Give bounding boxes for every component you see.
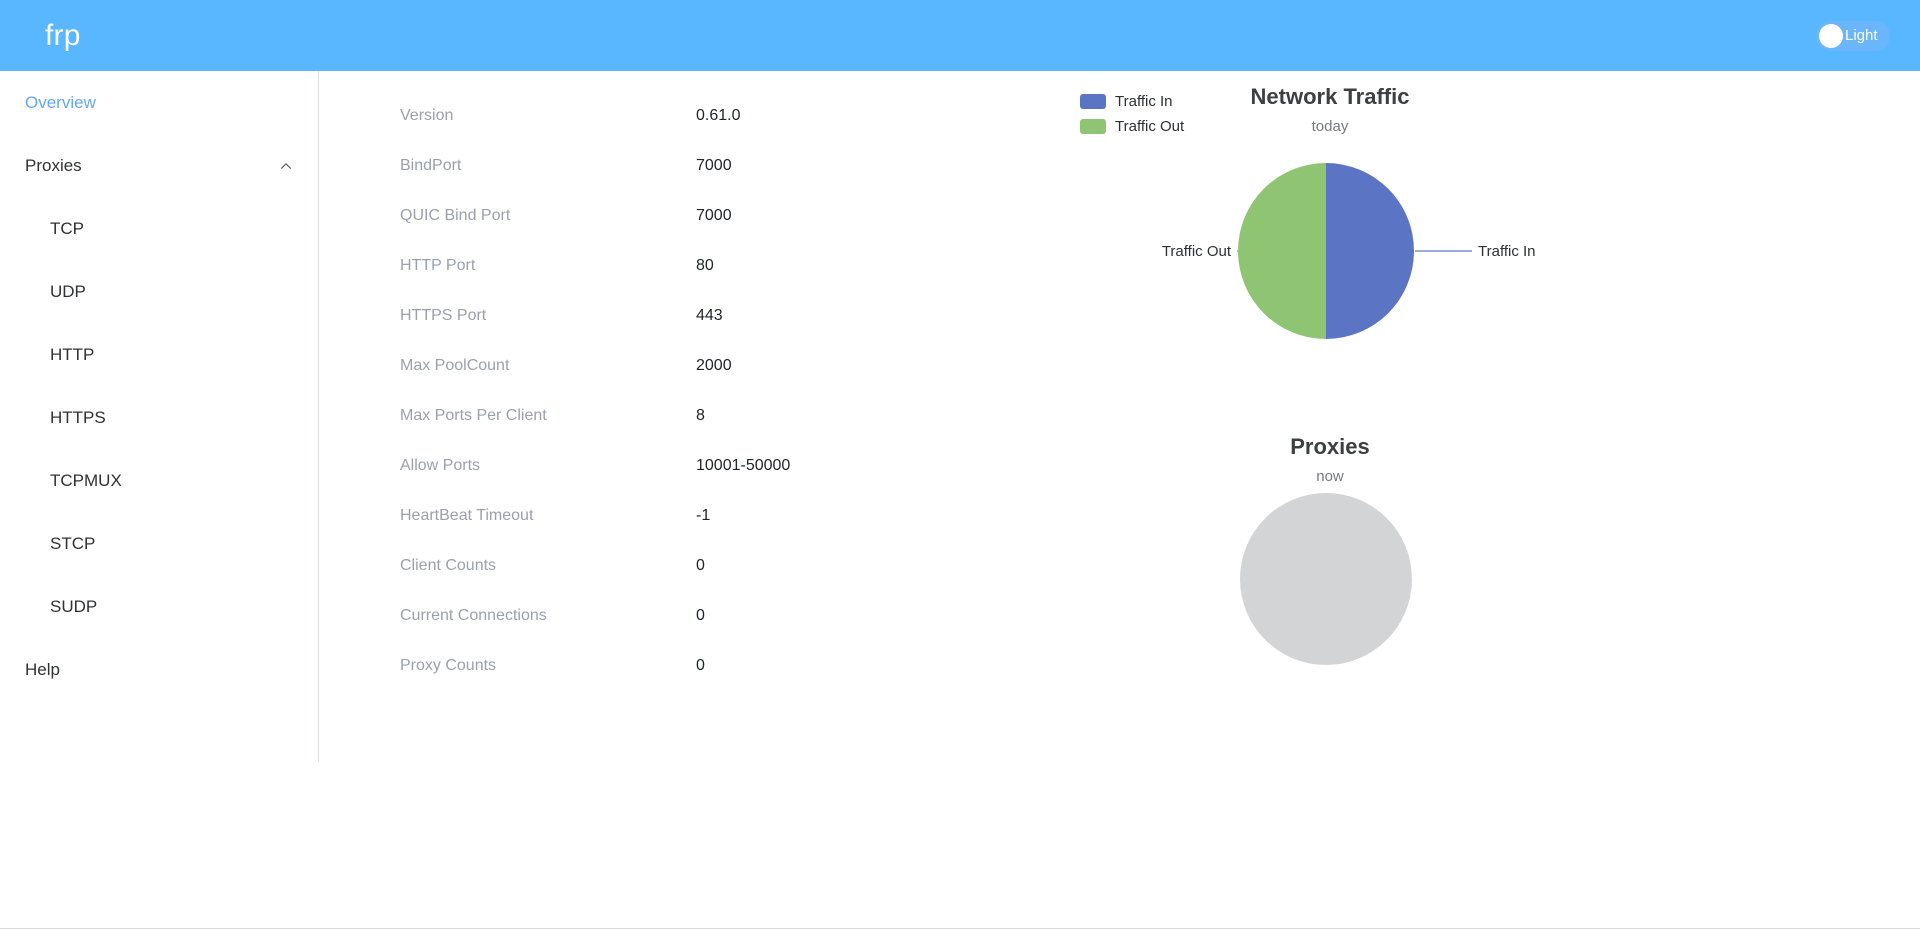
info-label: Client Counts xyxy=(400,557,497,574)
info-label: Max PoolCount xyxy=(400,357,510,374)
sidebar-item-label: HTTP xyxy=(50,344,95,364)
chart-title: Proxies xyxy=(1290,434,1370,459)
sidebar-item-http[interactable]: HTTP xyxy=(0,323,318,386)
main-content: Version 0.61.0 BindPort 7000 QUIC Bind P… xyxy=(320,71,1920,929)
pie-slice-empty[interactable] xyxy=(1240,493,1412,665)
info-value: 0 xyxy=(696,607,705,624)
info-label: Version xyxy=(400,107,454,124)
sidebar-item-label: TCPMUX xyxy=(50,470,122,490)
info-row: Max Ports Per Client 8 xyxy=(400,391,960,441)
app-logo: frp xyxy=(45,19,81,52)
legend-swatch-icon xyxy=(1080,94,1106,109)
legend-item-traffic-out[interactable]: Traffic Out xyxy=(1080,114,1184,139)
chevron-up-icon xyxy=(281,162,291,169)
info-value: -1 xyxy=(696,507,711,524)
info-row: Max PoolCount 2000 xyxy=(400,341,960,391)
sidebar-item-udp[interactable]: UDP xyxy=(0,260,318,323)
sidebar-group-label: Proxies xyxy=(25,155,82,175)
info-value: 8 xyxy=(696,407,705,424)
sidebar-item-label: TCP xyxy=(50,218,84,238)
sidebar-item-label: STCP xyxy=(50,533,96,553)
info-row: HTTPS Port 443 xyxy=(400,291,960,341)
sidebar-item-tcp[interactable]: TCP xyxy=(0,197,318,260)
info-value: 80 xyxy=(696,257,714,274)
info-value: 0 xyxy=(696,657,705,674)
info-value: 10001-50000 xyxy=(696,457,791,474)
pie-chart-area: Traffic Out Traffic In xyxy=(1060,137,1600,367)
info-row: Current Connections 0 xyxy=(400,591,960,641)
sidebar-item-stcp[interactable]: STCP xyxy=(0,512,318,575)
legend-label: Traffic In xyxy=(1115,93,1173,110)
info-label: Max Ports Per Client xyxy=(400,407,547,424)
proxies-chart[interactable]: Proxies now xyxy=(1060,433,1600,687)
legend-label: Traffic Out xyxy=(1115,118,1185,135)
info-label: Current Connections xyxy=(400,607,547,624)
sidebar-item-overview[interactable]: Overview xyxy=(0,71,318,134)
info-value: 2000 xyxy=(696,357,732,374)
page-layout: Overview Proxies TCP UDP HTTP HTTPS TCPM… xyxy=(0,71,1920,929)
info-label: BindPort xyxy=(400,157,462,174)
sidebar-item-help[interactable]: Help xyxy=(0,638,318,701)
pie-slice-traffic-in[interactable] xyxy=(1326,163,1414,339)
charts-column: Traffic In Traffic Out Network Traffic t… xyxy=(1060,71,1600,871)
info-row: HeartBeat Timeout -1 xyxy=(400,491,960,541)
info-label: HTTPS Port xyxy=(400,307,487,324)
sidebar-item-label: Overview xyxy=(25,92,96,112)
chart-legend: Traffic In Traffic Out xyxy=(1080,89,1184,139)
theme-toggle-label: Light xyxy=(1845,27,1878,44)
app-header: frp Light xyxy=(0,0,1920,71)
info-label: QUIC Bind Port xyxy=(400,207,511,224)
info-row: QUIC Bind Port 7000 xyxy=(400,191,960,241)
info-value: 7000 xyxy=(696,157,732,174)
toggle-knob-icon xyxy=(1819,24,1843,48)
info-row: Version 0.61.0 xyxy=(400,91,960,141)
sidebar-item-label: Help xyxy=(25,659,60,679)
info-value: 7000 xyxy=(696,207,732,224)
info-value: 0.61.0 xyxy=(696,107,741,124)
page-bottom-divider xyxy=(0,928,1920,929)
info-label: HeartBeat Timeout xyxy=(400,507,534,524)
sidebar-nav: Overview Proxies TCP UDP HTTP HTTPS TCPM… xyxy=(0,71,319,762)
theme-toggle-switch[interactable]: Light xyxy=(1816,21,1890,51)
info-label: HTTP Port xyxy=(400,257,476,274)
legend-item-traffic-in[interactable]: Traffic In xyxy=(1080,89,1184,114)
pie-label-traffic-out: Traffic Out xyxy=(1162,243,1232,260)
server-info-list: Version 0.61.0 BindPort 7000 QUIC Bind P… xyxy=(400,91,960,691)
proxies-pie-svg xyxy=(1240,493,1412,665)
sidebar-group-proxies[interactable]: Proxies xyxy=(0,134,318,197)
pie-label-traffic-in: Traffic In xyxy=(1478,243,1536,260)
sidebar-item-label: SUDP xyxy=(50,596,98,616)
sidebar-item-https[interactable]: HTTPS xyxy=(0,386,318,449)
info-value: 0 xyxy=(696,557,705,574)
legend-swatch-icon xyxy=(1080,119,1106,134)
info-value: 443 xyxy=(696,307,723,324)
info-row: Proxy Counts 0 xyxy=(400,641,960,691)
info-label: Allow Ports xyxy=(400,457,481,474)
info-row: Client Counts 0 xyxy=(400,541,960,591)
info-label: Proxy Counts xyxy=(400,657,497,674)
sidebar-item-label: UDP xyxy=(50,281,86,301)
chart-subtitle: now xyxy=(1316,468,1344,485)
info-row: HTTP Port 80 xyxy=(400,241,960,291)
sidebar-item-tcpmux[interactable]: TCPMUX xyxy=(0,449,318,512)
info-row: BindPort 7000 xyxy=(400,141,960,191)
network-traffic-pie-svg: Traffic Out Traffic In xyxy=(1162,163,1536,339)
sidebar-item-label: HTTPS xyxy=(50,407,106,427)
sidebar-item-sudp[interactable]: SUDP xyxy=(0,575,318,638)
info-row: Allow Ports 10001-50000 xyxy=(400,441,960,491)
network-traffic-chart[interactable]: Traffic In Traffic Out Network Traffic t… xyxy=(1060,71,1600,367)
proxies-pie-area xyxy=(1060,487,1600,687)
